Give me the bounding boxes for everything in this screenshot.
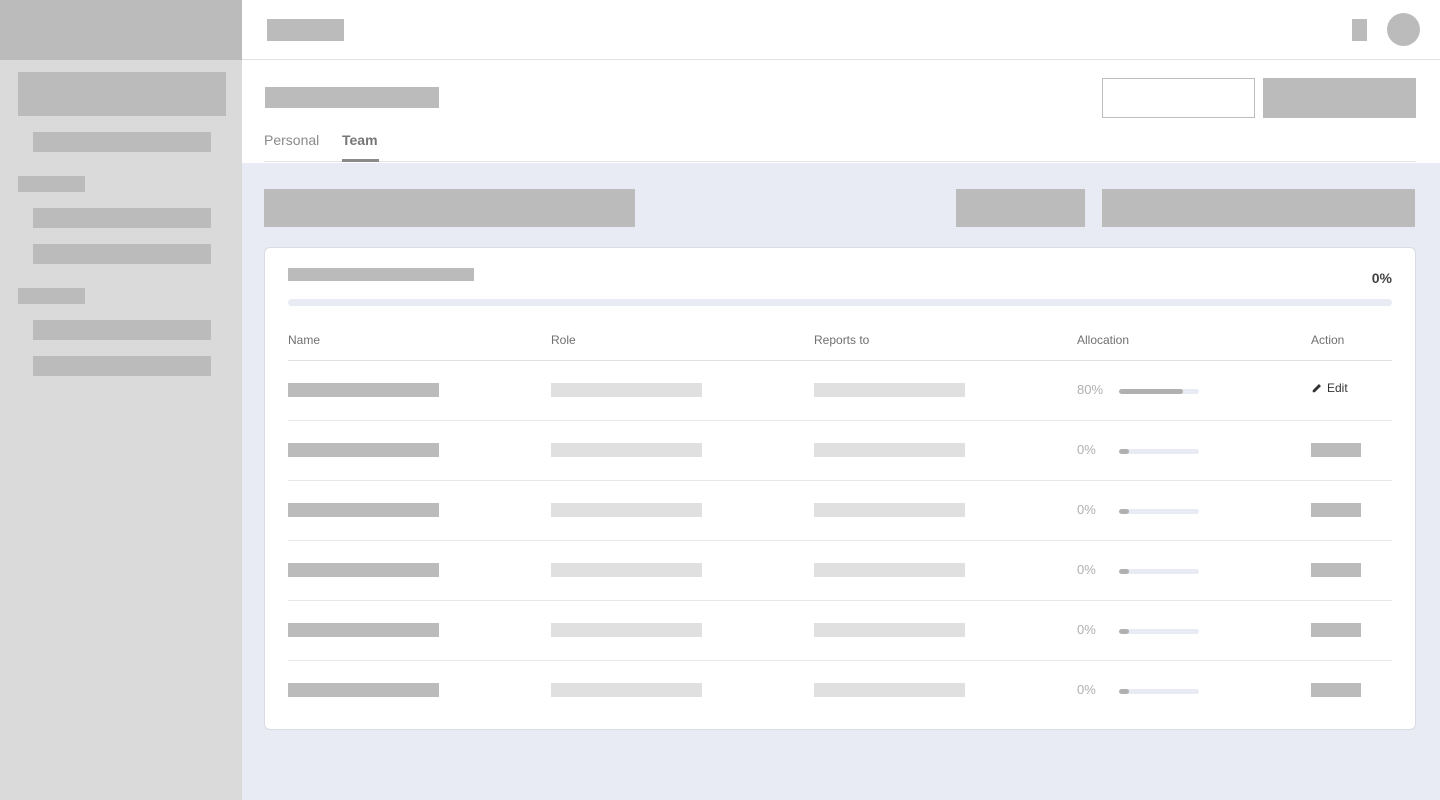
primary-button-placeholder[interactable]	[1263, 78, 1416, 118]
pencil-icon	[1312, 383, 1321, 392]
sidebar-item-placeholder[interactable]	[33, 132, 211, 152]
avatar[interactable]	[1387, 13, 1420, 46]
name-cell-placeholder	[288, 623, 439, 637]
allocation-percent: 0%	[1077, 442, 1096, 457]
name-cell-placeholder	[288, 503, 439, 517]
allocation-bar-fill	[1119, 689, 1129, 694]
edit-button[interactable]: Edit	[1311, 381, 1348, 395]
allocation-bar-fill	[1119, 509, 1129, 514]
name-cell-placeholder	[288, 443, 439, 457]
tab-personal[interactable]: Personal	[264, 132, 319, 148]
card-title-placeholder	[288, 268, 474, 281]
edit-label: Edit	[1327, 381, 1348, 395]
action-placeholder[interactable]	[1311, 443, 1361, 457]
role-cell-placeholder	[551, 443, 702, 457]
reports-to-cell-placeholder	[814, 383, 965, 397]
allocation-bar	[1119, 449, 1199, 454]
sidebar-section-heading-placeholder	[18, 176, 85, 192]
page-header: Personal Team	[242, 60, 1440, 163]
main-content: 0% Name Role Reports to Allocation Actio…	[242, 163, 1440, 800]
tabs-divider	[264, 161, 1416, 162]
allocation-percent: 0%	[1077, 562, 1096, 577]
sidebar-item-placeholder[interactable]	[33, 320, 211, 340]
column-header-allocation[interactable]: Allocation	[1077, 333, 1129, 347]
reports-to-cell-placeholder	[814, 563, 965, 577]
allocation-bar-fill	[1119, 569, 1129, 574]
role-cell-placeholder	[551, 683, 702, 697]
allocation-bar	[1119, 569, 1199, 574]
allocation-bar	[1119, 389, 1199, 394]
table-row: 80% Edit	[288, 361, 1392, 421]
team-allocation-card: 0% Name Role Reports to Allocation Actio…	[264, 247, 1416, 730]
reports-to-cell-placeholder	[814, 503, 965, 517]
allocation-percent: 0%	[1077, 682, 1096, 697]
column-header-reports-to[interactable]: Reports to	[814, 333, 869, 347]
filter-button-placeholder[interactable]	[956, 189, 1085, 227]
page-title-placeholder	[265, 87, 439, 108]
action-placeholder[interactable]	[1311, 563, 1361, 577]
column-header-action: Action	[1311, 333, 1345, 347]
allocation-bar-fill	[1119, 389, 1183, 394]
active-tab-indicator	[342, 159, 379, 162]
role-cell-placeholder	[551, 623, 702, 637]
allocation-bar	[1119, 629, 1199, 634]
name-cell-placeholder	[288, 563, 439, 577]
sidebar-logo-placeholder	[0, 0, 242, 60]
allocation-bar	[1119, 509, 1199, 514]
role-cell-placeholder	[551, 383, 702, 397]
secondary-button[interactable]	[1102, 78, 1255, 118]
table-row: 0%	[288, 541, 1392, 601]
action-placeholder[interactable]	[1311, 503, 1361, 517]
sidebar-item-placeholder[interactable]	[33, 244, 211, 264]
header-icon-placeholder[interactable]	[1352, 19, 1367, 41]
overall-percent: 0%	[1371, 270, 1392, 286]
column-header-role[interactable]: Role	[551, 333, 576, 347]
header-title-placeholder	[267, 19, 344, 41]
allocation-bar-fill	[1119, 449, 1129, 454]
role-cell-placeholder	[551, 563, 702, 577]
table-row: 0%	[288, 661, 1392, 721]
column-header-name[interactable]: Name	[288, 333, 320, 347]
sidebar-primary-item-placeholder[interactable]	[18, 72, 226, 116]
allocation-bar-fill	[1119, 629, 1129, 634]
name-cell-placeholder	[288, 683, 439, 697]
sidebar	[0, 0, 242, 800]
action-button-placeholder[interactable]	[1102, 189, 1415, 227]
overall-progress-bar	[288, 299, 1392, 306]
name-cell-placeholder	[288, 383, 439, 397]
table-row: 0%	[288, 481, 1392, 541]
top-header	[242, 0, 1440, 60]
reports-to-cell-placeholder	[814, 683, 965, 697]
allocation-bar	[1119, 689, 1199, 694]
tab-team[interactable]: Team	[342, 132, 378, 148]
reports-to-cell-placeholder	[814, 623, 965, 637]
sidebar-item-placeholder[interactable]	[33, 356, 211, 376]
table-row: 0%	[288, 601, 1392, 661]
allocation-percent: 80%	[1077, 382, 1104, 397]
action-placeholder[interactable]	[1311, 623, 1361, 637]
allocation-percent: 0%	[1077, 502, 1096, 517]
table-row: 0%	[288, 421, 1392, 481]
role-cell-placeholder	[551, 503, 702, 517]
allocation-percent: 0%	[1077, 622, 1096, 637]
action-placeholder[interactable]	[1311, 683, 1361, 697]
sidebar-section-heading-placeholder	[18, 288, 85, 304]
reports-to-cell-placeholder	[814, 443, 965, 457]
sidebar-item-placeholder[interactable]	[33, 208, 211, 228]
search-field-placeholder[interactable]	[264, 189, 635, 227]
